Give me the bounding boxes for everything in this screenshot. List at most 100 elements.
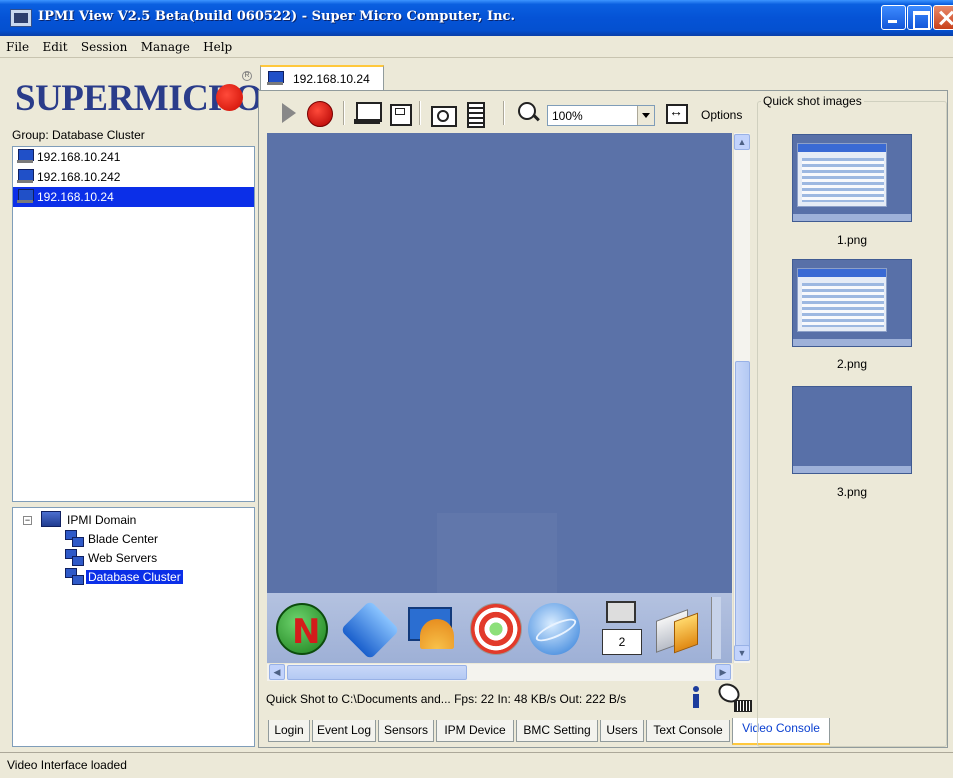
thumbnail-window	[797, 268, 887, 332]
scroll-up-icon[interactable]: ▲	[734, 134, 750, 150]
toolbar-separator	[343, 101, 345, 125]
virtual-desktop-number: 2	[602, 629, 642, 655]
tab-bmc-setting[interactable]: BMC Setting	[516, 720, 598, 742]
taskbar-strip	[711, 597, 721, 659]
domain-tree: − IPMI Domain Blade Center Web Servers D…	[12, 507, 255, 747]
logo-dot-icon	[216, 84, 243, 111]
host-label: 192.168.10.241	[37, 150, 121, 164]
office-icon[interactable]	[650, 603, 702, 655]
computer-icon	[17, 149, 34, 164]
supermicro-logo: SUPERMICRO R	[11, 65, 263, 128]
vertical-scrollbar[interactable]: ▲ ▼	[733, 133, 750, 663]
tab-event-log[interactable]: Event Log	[312, 720, 376, 742]
film-icon[interactable]	[460, 99, 488, 128]
computer-icon	[17, 189, 34, 204]
window-title: IPMI View V2.5 Beta(build 060522) - Supe…	[38, 9, 515, 24]
virtual-desktop-icon[interactable]: 2	[600, 597, 644, 659]
info-icon[interactable]	[690, 686, 702, 710]
collapse-toggle-icon[interactable]: −	[23, 516, 32, 525]
toolbar-separator	[503, 101, 505, 125]
tree-root[interactable]: IPMI Domain	[41, 511, 138, 529]
virtual-desktop-screen	[606, 601, 636, 623]
tab-sensors[interactable]: Sensors	[378, 720, 434, 742]
quick-shot-label: 3.png	[836, 485, 868, 499]
menu-manage[interactable]: Manage	[135, 36, 194, 54]
session-status-text: Quick Shot to C:\Documents and... Fps: 2…	[266, 692, 627, 706]
ipmi-domain-icon	[41, 511, 61, 527]
app-icon[interactable]	[10, 9, 32, 27]
browser-icon[interactable]	[528, 603, 580, 655]
status-text: Video Interface loaded	[7, 758, 127, 772]
chevron-down-icon[interactable]	[637, 106, 654, 125]
toolbar-separator	[419, 101, 421, 125]
registered-mark-icon: R	[242, 71, 252, 81]
tree-item-web-servers[interactable]: Web Servers	[65, 549, 159, 567]
group-label: Group: Database Cluster	[12, 128, 145, 142]
quick-shot-thumbnail[interactable]	[792, 386, 912, 474]
tree-item-blade-center[interactable]: Blade Center	[65, 530, 160, 548]
tab-users[interactable]: Users	[600, 720, 644, 742]
minimize-button[interactable]	[881, 5, 906, 30]
computer-icon	[17, 169, 34, 184]
quick-shot-label: 1.png	[836, 233, 868, 247]
close-button[interactable]	[933, 5, 953, 30]
network-group-icon	[65, 549, 84, 566]
tree-item-label: Web Servers	[88, 551, 158, 565]
play-icon[interactable]	[275, 99, 303, 127]
session-tab-label: 192.168.10.24	[293, 72, 370, 86]
thumbnail-taskbar	[793, 339, 911, 346]
maximize-button[interactable]	[907, 5, 932, 30]
menu-help[interactable]: Help	[197, 36, 236, 54]
title-bar: IPMI View V2.5 Beta(build 060522) - Supe…	[0, 0, 953, 36]
horizontal-scrollbar[interactable]: ◀ ▶	[267, 664, 733, 681]
video-toolbar: 100% Options	[265, 95, 750, 131]
tab-text-console[interactable]: Text Console	[646, 720, 730, 742]
menu-file[interactable]: File	[0, 36, 33, 54]
fit-screen-icon[interactable]	[662, 99, 690, 127]
shell-icon[interactable]	[404, 603, 456, 655]
thumbnail-taskbar	[793, 214, 911, 221]
host-item-selected[interactable]: 192.168.10.24	[13, 187, 254, 207]
scroll-down-icon[interactable]: ▼	[734, 645, 750, 661]
novell-icon[interactable]	[276, 603, 328, 655]
session-tab[interactable]: 192.168.10.24	[260, 65, 384, 91]
zoom-icon[interactable]	[515, 99, 543, 127]
zoom-value: 100%	[552, 109, 583, 123]
computer-icon	[267, 71, 284, 86]
camera-icon[interactable]	[428, 99, 457, 127]
floppy-icon[interactable]	[385, 99, 413, 127]
vertical-scroll-thumb[interactable]	[735, 361, 750, 651]
host-label: 192.168.10.24	[37, 190, 114, 204]
scroll-left-icon[interactable]: ◀	[269, 664, 285, 680]
quick-shot-label: 2.png	[836, 357, 868, 371]
home-icon[interactable]	[345, 603, 397, 655]
zoom-select[interactable]: 100%	[547, 105, 655, 126]
quick-shot-title: Quick shot images	[761, 94, 864, 108]
status-bar: Video Interface loaded	[0, 752, 953, 778]
tree-item-database-cluster[interactable]: Database Cluster	[65, 568, 183, 586]
host-item[interactable]: 192.168.10.241	[13, 147, 254, 167]
horizontal-scroll-thumb[interactable]	[287, 665, 467, 680]
menu-bar: File Edit Session Manage Help	[0, 36, 953, 58]
quick-shot-thumbnail[interactable]	[792, 259, 912, 347]
monitor-icon[interactable]	[353, 99, 382, 127]
host-label: 192.168.10.242	[37, 170, 121, 184]
stop-icon[interactable]	[305, 99, 333, 127]
host-item[interactable]: 192.168.10.242	[13, 167, 254, 187]
host-list[interactable]: 192.168.10.241 192.168.10.242 192.168.10…	[12, 146, 255, 502]
tab-ipm-device[interactable]: IPM Device	[436, 720, 514, 742]
tree-item-label: Database Cluster	[86, 570, 183, 584]
thumbnail-window	[797, 143, 887, 207]
options-button[interactable]: Options	[701, 108, 742, 122]
network-group-icon	[65, 568, 84, 585]
help-icon[interactable]	[470, 603, 522, 655]
tree-root-label: IPMI Domain	[67, 513, 137, 527]
remote-desktop-view[interactable]	[267, 133, 732, 663]
scroll-right-icon[interactable]: ▶	[715, 664, 731, 680]
menu-edit[interactable]: Edit	[36, 36, 71, 54]
network-group-icon	[65, 530, 84, 547]
tab-login[interactable]: Login	[268, 720, 310, 742]
menu-session[interactable]: Session	[75, 36, 131, 54]
quick-shot-thumbnail[interactable]	[792, 134, 912, 222]
mouse-keyboard-icon[interactable]	[718, 684, 752, 714]
